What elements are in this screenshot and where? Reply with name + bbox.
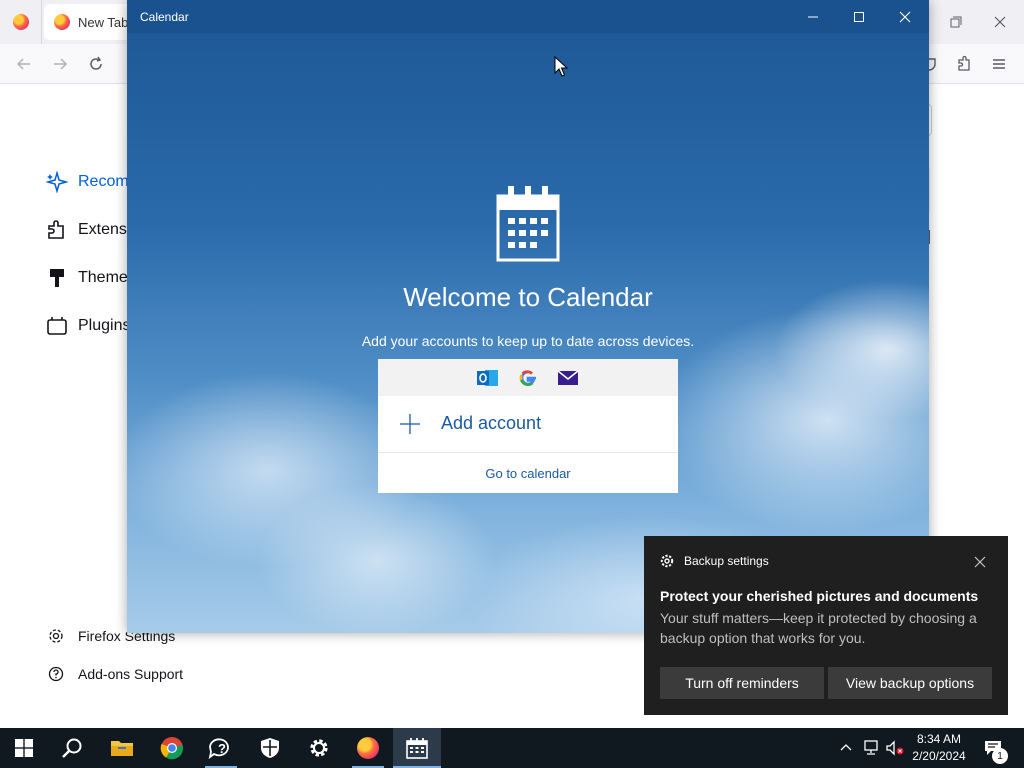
account-card: Add account Go to calendar [378, 359, 678, 493]
welcome-subtitle: Add your accounts to keep up to date acr… [361, 333, 695, 349]
category-label: Plugins [78, 317, 131, 334]
category-themes[interactable]: Theme [46, 264, 128, 292]
restore-icon[interactable] [945, 12, 965, 32]
add-account-button[interactable]: Add account [378, 396, 678, 453]
calendar-taskbar-button[interactable] [393, 728, 441, 768]
view-backup-options-button[interactable]: View backup options [828, 667, 992, 699]
addons-support-link[interactable]: Add-ons Support [48, 664, 183, 684]
notification-count-badge: 1 [992, 748, 1008, 764]
chrome-icon [160, 737, 184, 760]
start-icon [15, 739, 33, 757]
support-label: Add-ons Support [78, 666, 184, 682]
calendar-icon [406, 738, 428, 759]
provider-strip [378, 359, 678, 396]
windows-security-button[interactable] [246, 728, 294, 768]
help-icon: ? [208, 738, 229, 760]
category-label: Theme [78, 269, 128, 286]
security-icon [261, 738, 279, 758]
plus-icon [400, 414, 420, 434]
category-plugins[interactable]: Plugins [46, 312, 130, 340]
svg-text:?: ? [218, 741, 226, 756]
taskbar: ? 8:34 AM 2/20/2024 1 [0, 728, 1024, 768]
mail-icon [557, 369, 579, 385]
start-button[interactable] [0, 728, 48, 768]
gear-icon [660, 554, 674, 568]
sparkle-icon [46, 171, 68, 193]
category-label: Recom [78, 173, 129, 190]
category-extensions[interactable]: Extensi [46, 216, 130, 244]
menu-icon[interactable] [988, 53, 1010, 75]
forward-icon[interactable] [49, 53, 71, 75]
clock-time: 8:34 AM [916, 732, 962, 746]
search-button[interactable] [48, 728, 96, 768]
welcome-title: Welcome to Calendar [403, 282, 653, 312]
gear-icon [49, 629, 63, 643]
close-button[interactable] [882, 0, 928, 33]
plugin-icon [46, 315, 68, 337]
mouse-cursor-icon [554, 56, 568, 77]
minimize-button[interactable] [790, 0, 836, 33]
backup-notification: Backup settings Protect your cherished p… [644, 536, 1008, 715]
minimize-icon [808, 16, 818, 17]
reload-icon[interactable] [85, 53, 107, 75]
puzzle-icon [46, 219, 68, 241]
firefox-pinned-tab[interactable] [0, 0, 42, 44]
settings-icon [310, 739, 328, 757]
close-icon [899, 11, 911, 22]
file-explorer-icon [111, 741, 133, 756]
back-icon[interactable] [13, 53, 35, 75]
get-help-button[interactable]: ? [197, 728, 245, 768]
firefox-taskbar-button[interactable] [344, 728, 392, 768]
window-title: Calendar [140, 9, 189, 24]
toast-body: Your stuff matters—keep it protected by … [660, 610, 977, 646]
toast-header: Backup settings [660, 554, 769, 568]
category-label: Extensi [78, 221, 131, 238]
search-icon [62, 738, 82, 758]
chrome-button[interactable] [148, 728, 196, 768]
calendar-icon [496, 186, 560, 262]
firefox-icon [54, 14, 70, 30]
calendar-title-bar[interactable]: Calendar [127, 0, 929, 33]
network-icon[interactable] [861, 738, 881, 758]
help-circle-icon [48, 666, 64, 682]
add-account-label: Add account [441, 413, 542, 433]
volume-muted-icon[interactable] [885, 738, 905, 758]
maximize-button[interactable] [836, 0, 882, 33]
chevron-up-icon[interactable] [836, 738, 856, 758]
extensions-icon[interactable] [953, 53, 975, 75]
category-recommendations[interactable]: Recom [46, 168, 129, 196]
firefox-icon [357, 737, 379, 759]
google-icon [519, 369, 536, 386]
brush-icon [46, 267, 68, 289]
maximize-icon [854, 11, 864, 22]
close-icon[interactable] [990, 12, 1010, 32]
tab-label: New Tab [78, 14, 129, 30]
settings-button[interactable] [295, 728, 343, 768]
toast-title: Protect your cherished pictures and docu… [660, 588, 979, 604]
clock[interactable]: 8:34 AM 2/20/2024 [908, 731, 970, 765]
toast-app-name: Backup settings [684, 554, 769, 568]
file-explorer-button[interactable] [98, 728, 146, 768]
turn-off-reminders-button[interactable]: Turn off reminders [660, 667, 824, 699]
outlook-icon [477, 369, 498, 386]
clock-date: 2/20/2024 [912, 749, 966, 763]
go-to-calendar-link[interactable]: Go to calendar [378, 454, 678, 493]
close-icon[interactable] [972, 554, 988, 570]
firefox-icon [12, 14, 29, 30]
